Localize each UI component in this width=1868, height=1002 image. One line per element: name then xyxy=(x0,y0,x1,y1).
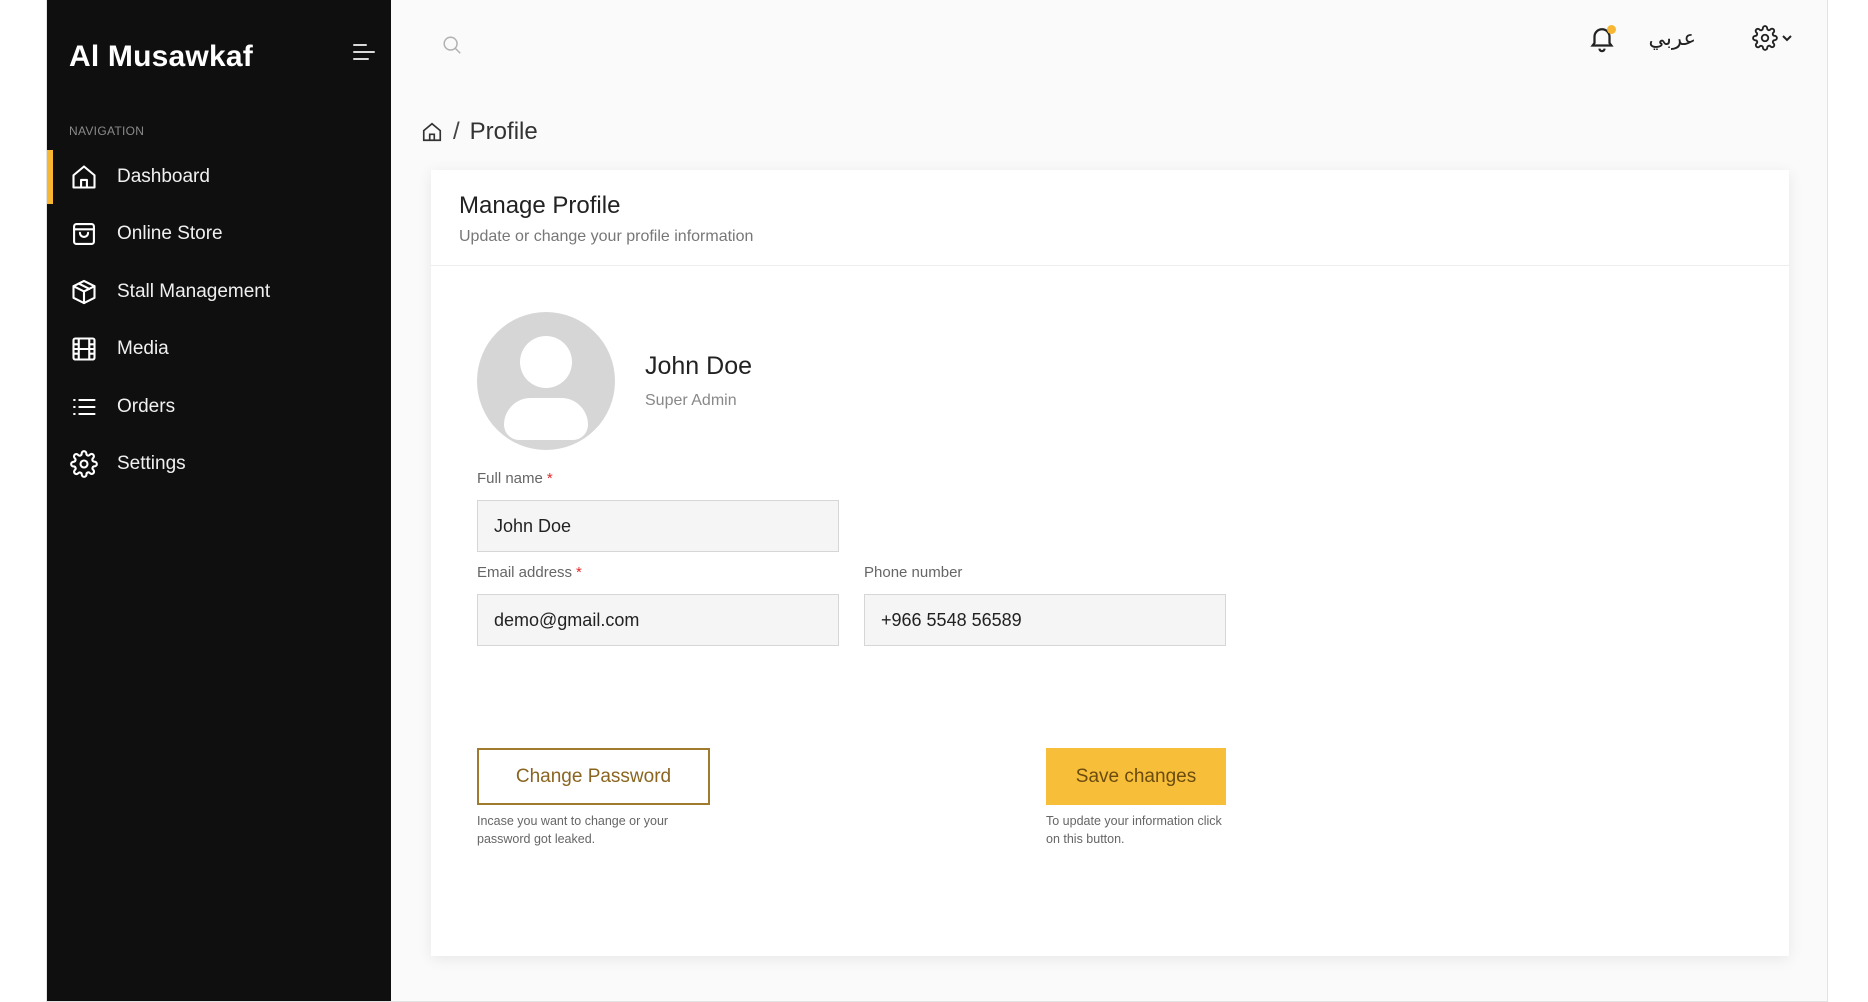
sidebar-item-label: Orders xyxy=(117,395,176,417)
sidebar-item-orders[interactable]: Orders xyxy=(47,378,391,436)
save-changes-button[interactable]: Save changes xyxy=(1046,748,1226,805)
save-changes-hint: To update your information click on this… xyxy=(1046,814,1222,846)
phone-field[interactable] xyxy=(864,594,1226,646)
gear-icon xyxy=(69,449,99,479)
required-mark: * xyxy=(576,564,582,581)
sidebar-item-dashboard[interactable]: Dashboard xyxy=(47,148,391,206)
search-icon[interactable] xyxy=(441,34,463,56)
app-frame: Al Musawkaf NAVIGATION Dashboard Online … xyxy=(46,0,1828,1002)
full-name-field[interactable] xyxy=(477,500,839,552)
main-content: عربي / Profile Manage Profile Update or … xyxy=(391,0,1827,1001)
full-name-label: Full name * xyxy=(477,470,553,487)
notification-bell-icon[interactable] xyxy=(1587,22,1617,54)
shopping-bag-icon xyxy=(69,219,99,249)
email-label: Email address * xyxy=(477,564,582,581)
sidebar-item-label: Online Store xyxy=(117,223,223,245)
change-password-hint: Incase you want to change or your passwo… xyxy=(477,814,669,846)
sidebar-item-settings[interactable]: Settings xyxy=(47,436,391,494)
card-header: Manage Profile Update or change your pro… xyxy=(431,170,1789,266)
page-subtitle: Update or change your profile informatio… xyxy=(459,228,754,245)
sidebar-item-label: Media xyxy=(117,338,169,360)
menu-toggle-icon[interactable] xyxy=(353,44,379,66)
sidebar-item-stall-management[interactable]: Stall Management xyxy=(47,263,391,321)
home-icon[interactable] xyxy=(421,121,443,143)
sidebar-item-label: Stall Management xyxy=(117,280,271,302)
full-name-label-text: Full name xyxy=(477,470,543,487)
settings-dropdown[interactable] xyxy=(1752,25,1793,51)
nav-list: Dashboard Online Store Stall Management … xyxy=(47,148,391,493)
film-icon xyxy=(69,334,99,364)
sidebar-item-media[interactable]: Media xyxy=(47,321,391,379)
profile-role: Super Admin xyxy=(645,392,737,409)
brand-logo: Al Musawkaf xyxy=(69,40,253,73)
box-icon xyxy=(69,277,99,307)
chevron-down-icon xyxy=(1782,35,1792,42)
list-icon xyxy=(69,392,99,422)
topbar-actions: عربي xyxy=(1587,22,1793,54)
required-mark: * xyxy=(546,470,553,487)
notification-dot xyxy=(1606,25,1616,34)
avatar[interactable] xyxy=(477,312,615,450)
sidebar: Al Musawkaf NAVIGATION Dashboard Online … xyxy=(47,0,391,1001)
nav-heading: NAVIGATION xyxy=(69,124,145,138)
change-password-button[interactable]: Change Password xyxy=(477,748,710,805)
breadcrumb-separator: / xyxy=(453,118,460,145)
avatar-body-shape xyxy=(504,398,588,440)
home-icon xyxy=(69,162,99,192)
phone-label: Phone number xyxy=(864,564,963,581)
language-switch[interactable]: عربي xyxy=(1649,26,1696,50)
profile-name: John Doe xyxy=(645,352,753,380)
avatar-head-shape xyxy=(520,336,572,388)
profile-card: Manage Profile Update or change your pro… xyxy=(431,170,1789,956)
breadcrumb-current: Profile xyxy=(469,118,538,145)
sidebar-item-label: Dashboard xyxy=(117,165,210,187)
email-label-text: Email address xyxy=(477,564,573,581)
email-field[interactable] xyxy=(477,594,839,646)
sidebar-item-online-store[interactable]: Online Store xyxy=(47,206,391,264)
sidebar-item-label: Settings xyxy=(117,453,186,475)
breadcrumb: / Profile xyxy=(421,118,538,146)
gear-icon xyxy=(1752,25,1778,51)
page-title: Manage Profile xyxy=(459,192,621,219)
